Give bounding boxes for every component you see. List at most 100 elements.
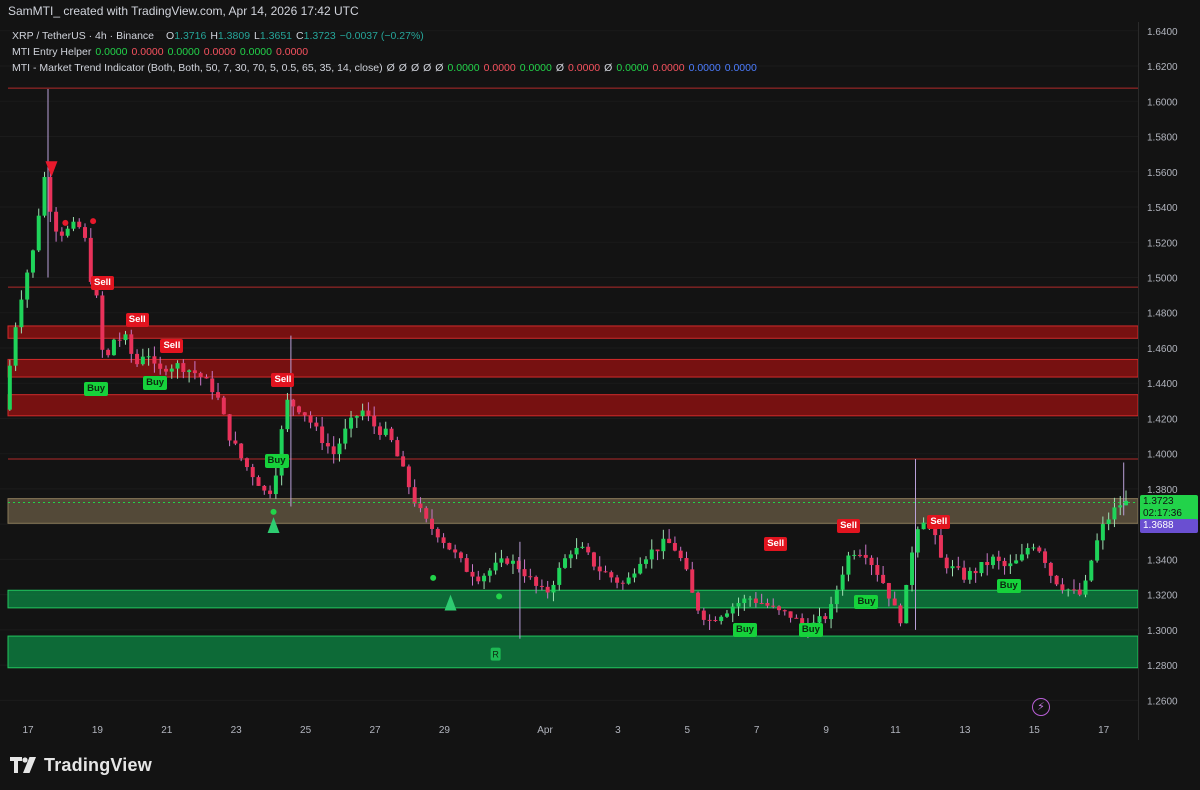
buy-signal-label: Buy — [84, 381, 109, 396]
price-tick-label: 1.6200 — [1147, 62, 1178, 73]
time-tick-label: 7 — [754, 725, 760, 736]
ohlc-high-key: H — [210, 30, 218, 42]
candle-body — [366, 410, 371, 416]
candle-body — [1043, 551, 1048, 563]
candle-body — [568, 554, 573, 559]
candle-body — [129, 334, 134, 354]
trend-indicator-value: Ø — [604, 62, 613, 74]
candle-body — [910, 552, 915, 585]
candle-body — [759, 602, 764, 604]
candle-body — [320, 426, 325, 444]
candle-body — [325, 443, 330, 447]
candle-body — [1019, 554, 1024, 561]
candle-body — [464, 558, 469, 572]
bear-dot-marker — [90, 218, 97, 225]
candle-body — [175, 363, 180, 369]
candle-body — [990, 556, 995, 566]
chart-area[interactable]: R — [0, 22, 1138, 740]
time-tick-label: 21 — [161, 725, 173, 736]
candle-body — [794, 617, 799, 619]
candle-body — [1014, 560, 1019, 564]
candle-body — [1100, 524, 1105, 541]
candle-body — [696, 592, 701, 611]
candle-body — [736, 603, 741, 607]
candle-body — [216, 392, 221, 398]
candle-body — [256, 477, 261, 486]
candle-body — [227, 414, 232, 441]
candle-body — [383, 428, 388, 435]
candle-body — [638, 563, 643, 574]
candle-body — [406, 466, 411, 488]
candle-body — [690, 569, 695, 593]
candle-body — [372, 415, 377, 427]
ohlc-high-value: 1.3809 — [217, 30, 251, 42]
candle-body — [152, 356, 157, 364]
candle-body — [817, 616, 822, 623]
time-tick-label: 17 — [22, 725, 34, 736]
candle-body — [239, 443, 244, 459]
candle-body — [19, 299, 24, 328]
price-tick-label: 1.5600 — [1147, 168, 1178, 179]
candle-body — [748, 598, 753, 600]
candle-body — [915, 529, 920, 553]
candle-body — [742, 598, 747, 604]
candle-body — [169, 368, 174, 372]
price-axis[interactable]: 1.6400 1.6200 1.6000 1.5800 1.5600 1.5400 1.52… — [1138, 22, 1200, 740]
candle-body — [83, 227, 88, 238]
price-tick-label: 1.4800 — [1147, 309, 1178, 320]
trend-indicator-value: Ø — [398, 62, 407, 74]
tradingview-logo: TradingView — [10, 755, 152, 776]
candlestick-chart[interactable]: R — [0, 22, 1138, 718]
candle-body — [198, 373, 203, 378]
candle-body — [539, 585, 544, 587]
time-axis[interactable]: 17 19 21 23 25 27 29 Apr 3 5 7 9 11 13 15 17 — [0, 718, 1138, 740]
time-tick-label: 9 — [823, 725, 829, 736]
candle-body — [314, 422, 319, 427]
candle-body — [857, 554, 862, 556]
candle-body — [505, 558, 510, 564]
secondary-price-value: 1.3688 — [1143, 519, 1174, 531]
candle-body — [852, 554, 857, 556]
trend-indicator-value: 0.0000 — [652, 62, 685, 74]
price-tick-label: 1.5200 — [1147, 238, 1178, 249]
candle-body — [337, 443, 342, 455]
candle-body — [996, 556, 1001, 561]
candle-body — [829, 604, 834, 620]
entry-helper-value: 0.0000 — [275, 46, 309, 58]
candle-body — [106, 349, 111, 356]
chart-credit-text: SamMTI_ created with TradingView.com, Ap… — [8, 4, 359, 18]
time-tick-label: 23 — [231, 725, 243, 736]
entry-helper-legend-row[interactable]: MTI Entry Helper 0.0000 0.0000 0.0000 0.000… — [12, 44, 757, 60]
tradingview-brand: TradingView — [44, 754, 152, 775]
bull-dot-marker — [430, 574, 437, 581]
price-tick-label: 1.4000 — [1147, 450, 1178, 461]
candle-body — [221, 397, 226, 415]
tradingview-logo-icon — [10, 757, 36, 773]
candle-body — [111, 339, 116, 356]
candle-body — [701, 610, 706, 620]
candle-body — [42, 177, 47, 216]
candle-body — [956, 566, 961, 568]
candle-body — [441, 537, 446, 543]
candle-body — [262, 485, 267, 491]
candle-body — [233, 440, 238, 444]
candle-body — [672, 543, 677, 551]
entry-helper-value: 0.0000 — [131, 46, 164, 58]
chart-legend: XRP / TetherUS · 4h · Binance O 1.3716 H1… — [12, 28, 757, 76]
candle-body — [626, 577, 631, 584]
trend-indicator-value: 0.0000 — [688, 62, 721, 74]
candle-body — [661, 538, 666, 552]
sell-signal-label: Sell — [271, 372, 295, 387]
ohlc-open-value: 1.3716 — [174, 30, 207, 42]
candle-body — [643, 559, 648, 564]
trend-indicator-value: 0.0000 — [616, 62, 649, 74]
candle-body — [655, 549, 660, 552]
current-price-tag: 1.3723 02:17:36 — [1140, 494, 1198, 521]
candle-body — [1089, 560, 1094, 581]
symbol-legend-row[interactable]: XRP / TetherUS · 4h · Binance O 1.3716 H1… — [12, 28, 757, 44]
trend-indicator-legend-row[interactable]: MTI - Market Trend Indicator (Both, Both… — [12, 60, 757, 76]
candle-body — [777, 606, 782, 611]
lightning-icon[interactable]: ⚡ — [1032, 698, 1050, 716]
candle-body — [869, 557, 874, 566]
price-tick-label: 1.2600 — [1147, 696, 1178, 707]
